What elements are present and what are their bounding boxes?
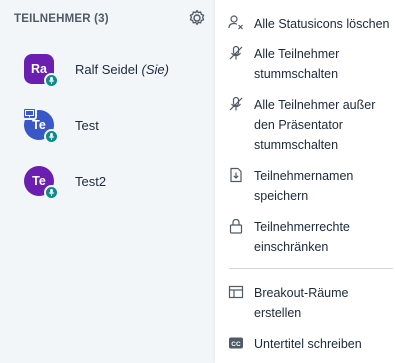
menu-item-label: Alle Teilnehmer außer den Präsentator st… <box>254 98 376 152</box>
menu-item-label: Alle Statusicons löschen <box>254 17 390 31</box>
svg-text:CC: CC <box>231 341 241 348</box>
lock-icon <box>228 218 244 234</box>
menu-item-label: Alle Teilnehmer stummschalten <box>254 47 340 81</box>
menu-item-write-captions[interactable]: CC Untertitel schreiben <box>215 334 395 358</box>
closed-captions-icon: CC <box>228 335 244 351</box>
presenter-icon <box>22 107 37 120</box>
self-label: (Sie) <box>141 62 169 77</box>
menu-item-label: Breakout-Räume erstellen <box>254 286 349 320</box>
microphone-icon <box>44 129 59 144</box>
participants-panel: TEILNEHMER (3) Ra Ralf Seidel (Sie) Te T… <box>0 0 215 363</box>
participant-name: Ralf Seidel (Sie) <box>75 62 169 77</box>
participant-row[interactable]: Te Test <box>0 107 215 150</box>
menu-item-create-breakout[interactable]: Breakout-Räume erstellen <box>215 283 395 327</box>
participants-header: TEILNEHMER (3) <box>14 13 109 25</box>
menu-item-label: Teilnehmernamen speichern <box>254 169 354 203</box>
microphone-icon <box>44 73 59 88</box>
menu-item-label: Teilnehmerrechte einschränken <box>254 220 350 254</box>
participant-name: Test <box>75 118 99 133</box>
clear-status-icon <box>228 14 244 30</box>
menu-item-label: Untertitel schreiben <box>254 337 362 351</box>
participant-row[interactable]: Ra Ralf Seidel (Sie) <box>0 54 215 94</box>
menu-item-clear-status[interactable]: Alle Statusicons löschen <box>215 12 395 36</box>
microphone-icon <box>44 185 59 200</box>
download-file-icon <box>228 167 244 183</box>
mute-icon <box>228 45 244 61</box>
participant-options-menu: Alle Statusicons löschen Alle Teilnehmer… <box>215 0 395 363</box>
menu-divider <box>229 268 393 269</box>
menu-item-lock-viewers[interactable]: Teilnehmerrechte einschränken <box>215 217 395 261</box>
menu-item-mute-all[interactable]: Alle Teilnehmer stummschalten <box>215 44 395 88</box>
gear-icon[interactable] <box>187 8 207 28</box>
participant-name-text: Ralf Seidel <box>75 62 138 77</box>
menu-item-mute-all-except-presenter[interactable]: Alle Teilnehmer außer den Präsentator st… <box>215 95 395 159</box>
participant-row[interactable]: Te Test2 <box>0 166 215 206</box>
menu-item-save-names[interactable]: Teilnehmernamen speichern <box>215 166 395 210</box>
mute-icon <box>228 96 244 112</box>
participant-name: Test2 <box>75 174 107 189</box>
rooms-icon <box>228 284 244 300</box>
